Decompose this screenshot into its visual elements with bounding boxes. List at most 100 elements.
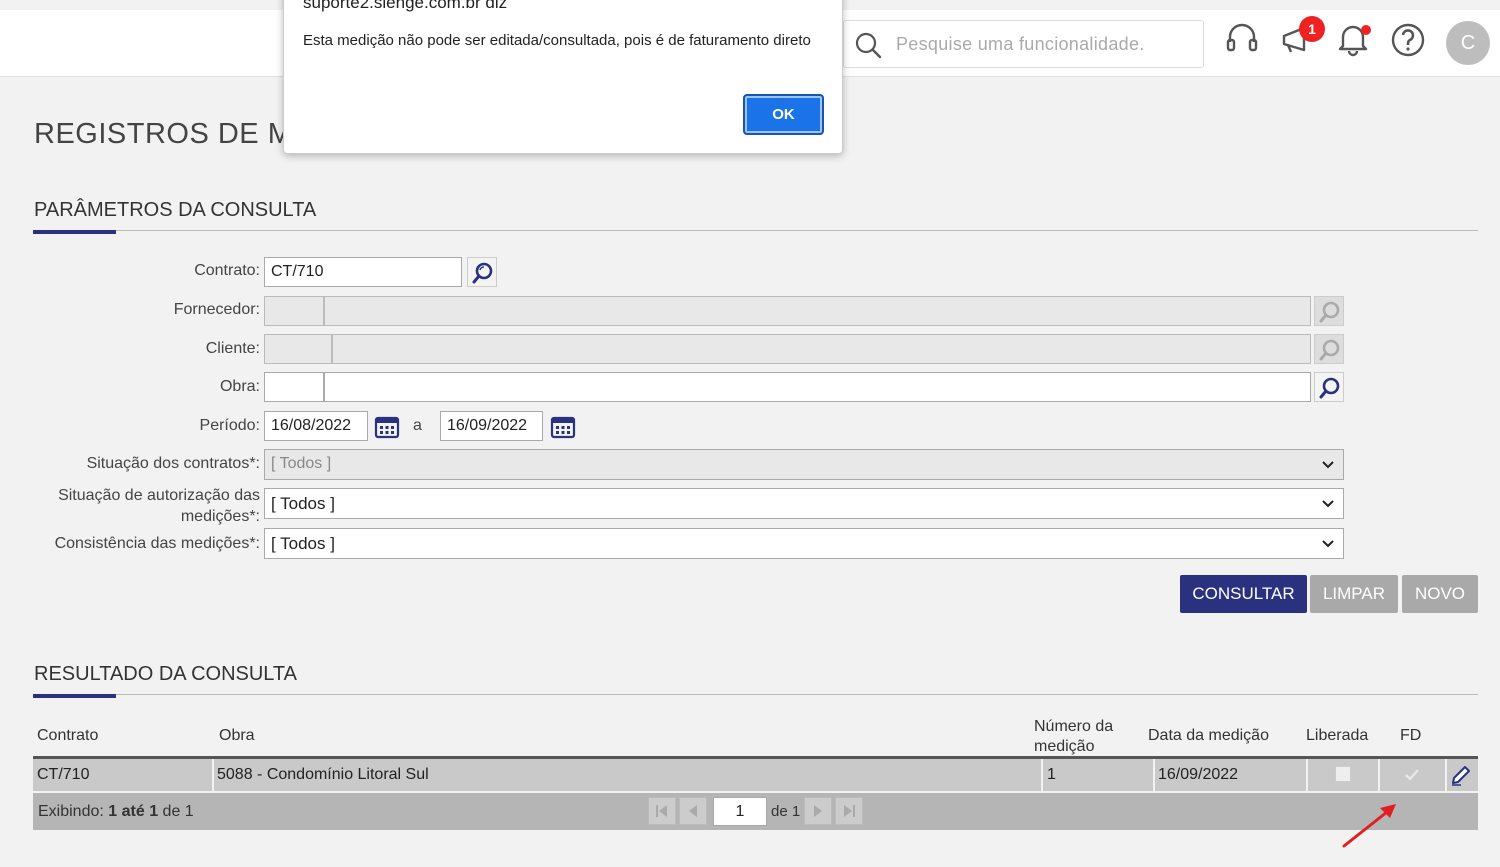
chevron-down-icon [1322, 500, 1334, 508]
obra-label: Obra: [219, 378, 260, 395]
fornecedor-code-input [264, 296, 324, 326]
column-header-contrato[interactable]: Contrato [37, 727, 98, 745]
column-header-numero-line1: Número da [1034, 718, 1114, 735]
fd-check-icon [1405, 769, 1419, 781]
periodo-end-calendar-button[interactable] [547, 411, 577, 441]
first-page-icon [656, 805, 667, 817]
cell-divider [1445, 759, 1447, 791]
results-divider-accent [33, 694, 116, 698]
first-page-button[interactable] [648, 797, 676, 825]
obra-lookup-button[interactable] [1314, 372, 1344, 402]
cell-divider [212, 759, 214, 791]
prev-page-button[interactable] [679, 797, 707, 825]
page-number-input[interactable]: 1 [713, 797, 767, 826]
cell-divider [1306, 759, 1308, 791]
consistencia-value: [ Todos ] [271, 534, 335, 553]
results-divider [33, 694, 1478, 695]
last-page-icon [844, 805, 855, 817]
situacao-contratos-value: [ Todos ] [271, 455, 332, 472]
periodo-start-input[interactable]: 16/08/2022 [264, 411, 368, 441]
search-placeholder: Pesquise uma funcionalidade. [896, 34, 1145, 54]
contrato-lookup-button[interactable] [467, 257, 497, 287]
exibindo-label: Exibindo: [38, 803, 104, 820]
situacao-contratos-label: Situação dos contratos*: [86, 455, 260, 472]
contrato-input[interactable]: CT/710 [264, 257, 462, 287]
edit-pencil-icon[interactable] [1449, 763, 1473, 787]
periodo-end-input[interactable]: 16/09/2022 [440, 411, 543, 441]
column-header-numero[interactable]: Número da medição [1034, 717, 1113, 757]
search-icon [855, 32, 882, 59]
situacao-autorizacao-label: Situação de autorização das medições*: [30, 485, 260, 527]
contrato-label: Contrato: [194, 262, 260, 279]
lookup-search-icon [1319, 339, 1340, 361]
fornecedor-name-input [324, 296, 1311, 326]
next-page-button[interactable] [804, 797, 832, 825]
column-header-data[interactable]: Data da medição [1148, 727, 1269, 745]
situacao-autorizacao-value: [ Todos ] [271, 494, 335, 513]
calendar-icon [550, 416, 576, 439]
alert-dialog: suporte2.sienge.com.br diz Esta medição … [283, 0, 843, 154]
periodo-label: Período: [199, 417, 260, 434]
cliente-lookup-button [1314, 334, 1344, 364]
limpar-button[interactable]: LIMPAR [1310, 575, 1398, 613]
lookup-search-icon [1319, 377, 1340, 399]
bell-icon[interactable] [1333, 18, 1373, 58]
help-icon[interactable] [1388, 18, 1428, 58]
column-header-obra[interactable]: Obra [219, 727, 255, 745]
periodo-separator: a [413, 417, 422, 434]
annotation-arrow-icon [1342, 804, 1396, 848]
calendar-icon [374, 416, 400, 439]
fornecedor-lookup-button [1314, 296, 1344, 326]
params-divider-accent [33, 230, 116, 234]
next-page-icon [814, 805, 822, 817]
situacao-autorizacao-label-line1: Situação de autorização das [58, 487, 260, 504]
exibindo-de: de [162, 803, 181, 820]
params-divider [33, 230, 1478, 231]
page-count-label: de 1 [771, 803, 801, 820]
bell-alert-dot [1361, 25, 1371, 35]
consultar-button[interactable]: CONSULTAR [1180, 575, 1307, 613]
fornecedor-label: Fornecedor: [173, 301, 260, 318]
cliente-label: Cliente: [205, 340, 260, 357]
obra-name-input[interactable] [324, 372, 1311, 402]
pagination-info: Exibindo: 1 até 1 de 1 [38, 803, 194, 821]
lookup-search-icon [472, 262, 493, 284]
prev-page-icon [689, 805, 697, 817]
column-header-fd[interactable]: FD [1400, 727, 1421, 745]
obra-code-input[interactable] [264, 372, 324, 402]
cell-divider [1041, 759, 1043, 791]
periodo-start-calendar-button[interactable] [371, 411, 401, 441]
cell-obra: 5088 - Condomínio Litoral Sul [217, 766, 429, 783]
search-box[interactable]: Pesquise uma funcionalidade. [843, 20, 1204, 68]
exibindo-range: 1 até 1 [108, 803, 159, 820]
novo-button[interactable]: NOVO [1402, 575, 1478, 613]
user-avatar[interactable]: C [1446, 21, 1490, 65]
dialog-ok-button[interactable]: OK [743, 94, 824, 135]
chevron-down-icon [1322, 461, 1334, 469]
consistencia-select[interactable]: [ Todos ] [264, 528, 1344, 559]
cell-data: 16/09/2022 [1158, 766, 1239, 783]
chevron-down-icon [1322, 540, 1334, 548]
situacao-autorizacao-label-line2: medições*: [180, 508, 260, 525]
column-header-liberada[interactable]: Liberada [1306, 727, 1368, 745]
cell-contrato: CT/710 [37, 766, 90, 783]
cell-divider [1153, 759, 1155, 791]
exibindo-total: 1 [184, 803, 194, 820]
results-section-title: RESULTADO DA CONSULTA [34, 663, 298, 685]
headset-icon[interactable] [1222, 18, 1262, 58]
cell-divider [1378, 759, 1380, 791]
dialog-message: Esta medição não pode ser editada/consul… [303, 32, 811, 49]
notification-count-badge: 1 [1299, 16, 1325, 42]
params-section-title: PARÂMETROS DA CONSULTA [34, 199, 317, 221]
column-header-numero-line2: medição [1034, 738, 1095, 755]
last-page-button[interactable] [835, 797, 863, 825]
cell-numero: 1 [1047, 766, 1056, 783]
dialog-title: suporte2.sienge.com.br diz [303, 0, 508, 12]
situacao-autorizacao-select[interactable]: [ Todos ] [264, 488, 1344, 519]
situacao-contratos-select: [ Todos ] [264, 449, 1344, 480]
page-title: REGISTROS DE ME [34, 118, 313, 150]
liberada-checkbox [1335, 766, 1351, 782]
cliente-code-input [264, 334, 332, 364]
cliente-name-input [332, 334, 1311, 364]
lookup-search-icon [1319, 301, 1340, 323]
